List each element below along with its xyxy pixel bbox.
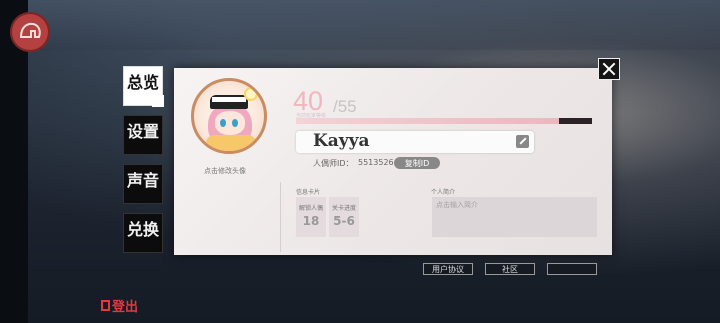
avatar-hatband	[212, 97, 246, 102]
xp-progress-bar	[296, 118, 592, 124]
nav-redeem-button[interactable]: 兑换	[123, 213, 163, 253]
logout-label: 登出	[112, 300, 139, 315]
info-card-unlocked: 解锁人偶 18	[296, 197, 326, 237]
intro-title: 个人简介	[431, 189, 456, 196]
close-icon[interactable]	[598, 58, 620, 80]
player-level-max: /55	[333, 97, 357, 116]
logout-icon	[101, 300, 110, 311]
intro-placeholder: 点击输入简介	[436, 201, 478, 209]
avatar-eye-left	[220, 119, 226, 127]
xp-progress-fill	[296, 118, 560, 124]
info-card-title: 关卡进度	[331, 205, 356, 212]
copy-id-button[interactable]: 复制ID	[394, 157, 440, 169]
info-cards-title: 信息卡片	[296, 189, 321, 196]
avatar-flower	[244, 87, 258, 101]
logout-button[interactable]: 登出	[101, 296, 138, 315]
info-card-progress: 关卡进度 5-6	[329, 197, 359, 237]
edit-name-icon[interactable]	[516, 135, 529, 148]
info-card-value: 18	[302, 214, 320, 228]
background-top-strip	[0, 0, 720, 50]
avatar-eye-right	[232, 119, 238, 127]
nav-overview-button[interactable]: 总览	[123, 66, 164, 107]
panel-divider	[280, 182, 281, 252]
game-logo-icon[interactable]	[10, 12, 50, 52]
nav-sound-button[interactable]: 声音	[123, 164, 163, 204]
user-agreement-button[interactable]: 用户协议	[423, 263, 473, 275]
uid-value: 5513526	[358, 158, 394, 167]
info-card-title: 解锁人偶	[298, 205, 323, 212]
player-name: Kayya	[313, 131, 370, 151]
avatar[interactable]	[191, 78, 267, 154]
uid-label: 人偶师ID：	[313, 159, 354, 168]
avatar-caption[interactable]: 点击修改头像	[204, 166, 246, 176]
footer-button-3[interactable]	[547, 263, 597, 275]
community-button[interactable]: 社区	[485, 263, 535, 275]
info-card-value: 5-6	[333, 214, 355, 228]
nav-settings-button[interactable]: 设置	[123, 115, 163, 155]
helmet-icon	[19, 22, 41, 38]
